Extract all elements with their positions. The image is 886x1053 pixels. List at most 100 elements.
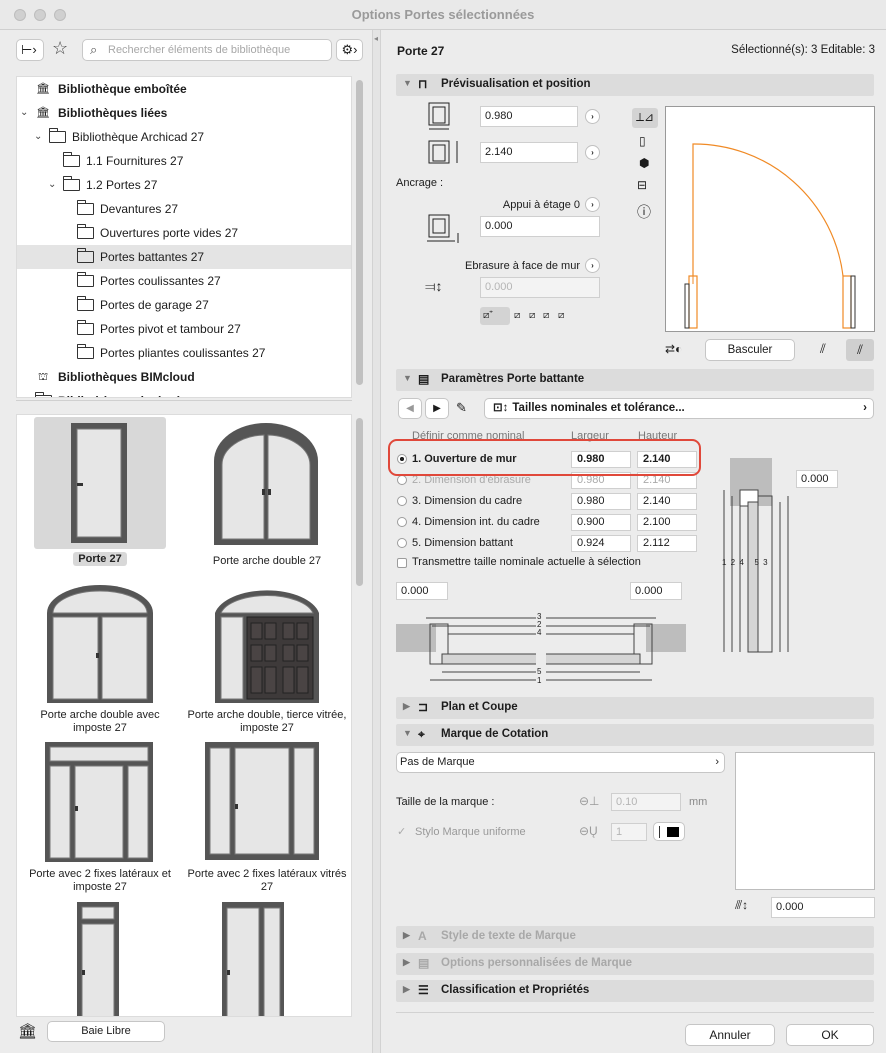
page-selector[interactable]: ⊡↕ Tailles nominales et tolérance... › (484, 398, 874, 419)
view-section-icon[interactable]: ⊟ (637, 178, 647, 192)
tree-item[interactable]: ⌄ 🏛 Bibliothèques liées (17, 101, 351, 125)
gallery-caption[interactable]: Porte arche double avec imposte 27 (20, 709, 180, 735)
right-offset-field[interactable]: 0.000 (630, 582, 682, 600)
section-params[interactable]: ▼ ▤ Paramètres Porte battante (396, 369, 874, 391)
library-gallery: Porte 27 Porte arche double 27 Porte arc… (16, 414, 352, 1017)
pen-color-button[interactable] (653, 822, 685, 841)
edit-params-icon[interactable]: ✎ (456, 400, 467, 416)
dimension-radio[interactable] (397, 538, 407, 548)
height-value[interactable]: 2.112 (637, 535, 697, 552)
favorites-star-icon[interactable]: ☆ (52, 38, 68, 59)
dimension-row[interactable]: 5. Dimension battant 0.924 2.112 (396, 533, 697, 553)
dimension-row[interactable]: 3. Dimension du cadre 0.980 2.140 (396, 491, 697, 511)
view-plan-icon[interactable]: ⟂⊿ (632, 108, 658, 128)
height-value[interactable]: 2.100 (637, 514, 697, 531)
tree-item[interactable]: ⌄ 1.2 Portes 27 (17, 173, 351, 197)
tree-item[interactable]: Portes de garage 27 (17, 293, 351, 317)
tree-item[interactable]: Portes coulissantes 27 (17, 269, 351, 293)
tree-item[interactable]: Portes pivot et tambour 27 (17, 317, 351, 341)
height-field[interactable]: 2.140 (480, 142, 578, 163)
opening-left-icon[interactable]: ⫽ (820, 341, 826, 357)
tree-item-label: Devantures 27 (100, 202, 179, 216)
anchor-opt-4-icon[interactable]: ⧄ (543, 310, 549, 321)
gallery-caption[interactable]: Porte avec 2 fixes latéraux vitrés 27 (187, 868, 347, 894)
height-value[interactable]: 2.140 (637, 493, 697, 510)
tree-item[interactable]: Devantures 27 (17, 197, 351, 221)
opening-right-icon[interactable]: ⫽ (846, 339, 874, 361)
dimension-radio[interactable] (397, 496, 407, 506)
gallery-caption[interactable]: Porte arche double 27 (187, 555, 347, 568)
anchor-opt-1-icon[interactable]: ⧄⁺ (483, 310, 493, 321)
dimension-radio[interactable] (397, 475, 407, 485)
library-manager-button[interactable]: ⊢› (16, 39, 44, 61)
door-thumbnail[interactable] (69, 421, 129, 545)
door-thumbnail[interactable] (43, 740, 155, 864)
folder-icon (35, 392, 52, 397)
gallery-scrollbar[interactable] (356, 418, 363, 586)
chevron-down-icon[interactable]: ⌄ (34, 125, 42, 149)
tree-item[interactable]: 🏛 Bibliothèque emboîtée (17, 77, 351, 101)
section-preview[interactable]: ▼ ⊓ Prévisualisation et position (396, 74, 874, 96)
hierarchy-icon: ⊢› (21, 42, 37, 57)
tree-item[interactable]: ⌄ Bibliothèque Archicad 27 (17, 125, 351, 149)
section-plan-coupe[interactable]: ▶ ⊐ Plan et Coupe (396, 697, 874, 719)
reveal-menu-button[interactable]: › (585, 258, 600, 273)
left-offset-field[interactable]: 0.000 (396, 582, 448, 600)
door-thumbnail[interactable] (212, 421, 320, 547)
door-thumbnail[interactable] (45, 583, 155, 705)
width-link-button[interactable]: › (585, 109, 600, 124)
door-thumbnail[interactable] (213, 583, 321, 705)
chevron-down-icon[interactable]: ⌄ (20, 101, 28, 125)
anchor-opt-5-icon[interactable]: ⧄ (558, 310, 564, 321)
info-icon[interactable]: ⓘ (637, 202, 651, 222)
sill-field[interactable]: 0.000 (480, 216, 600, 237)
story-menu-button[interactable]: › (585, 197, 600, 212)
pane-divider[interactable] (372, 30, 381, 1053)
cancel-button[interactable]: Annuler (685, 1024, 775, 1046)
tree-item[interactable]: Ouvertures porte vides 27 (17, 221, 351, 245)
tree-item[interactable]: 1.1 Fournitures 27 (17, 149, 351, 173)
view-3d-icon[interactable]: ⬢ (639, 156, 649, 170)
width-value[interactable]: 0.900 (571, 514, 631, 531)
collapse-arrow-icon[interactable]: ◂ (374, 34, 378, 43)
tree-scrollbar[interactable] (356, 80, 363, 385)
gallery-caption[interactable]: Porte 27 (73, 552, 127, 566)
ok-button[interactable]: OK (786, 1024, 874, 1046)
flip-button[interactable]: Basculer (705, 339, 795, 361)
width-field[interactable]: 0.980 (480, 106, 578, 127)
anchor-opt-3-icon[interactable]: ⧄ (529, 310, 535, 321)
door-thumbnail[interactable] (220, 900, 286, 1017)
transmit-checkbox[interactable] (397, 558, 407, 568)
size-icon: ⊖⊥ (579, 794, 600, 808)
tree-item[interactable]: ⛫ Bibliothèques BIMcloud (17, 365, 351, 389)
door-thumbnail[interactable] (75, 900, 121, 1017)
tree-item[interactable]: Bibliothèques intégrées (17, 389, 351, 397)
tree-item-label: Portes pivot et tambour 27 (100, 322, 241, 336)
gallery-caption[interactable]: Porte avec 2 fixes latéraux et imposte 2… (20, 868, 180, 894)
anchor-opt-2-icon[interactable]: ⧄ (514, 310, 520, 321)
view-elevation-icon[interactable]: ▯ (639, 134, 646, 148)
door-thumbnail[interactable] (203, 740, 321, 862)
prev-page-button[interactable]: ◀ (398, 398, 422, 419)
section-classification[interactable]: ▶ ☰ Classification et Propriétés (396, 980, 874, 1002)
gallery-caption[interactable]: Porte arche double, tierce vitrée, impos… (187, 709, 347, 735)
next-page-button[interactable]: ▶ (425, 398, 449, 419)
chevron-down-icon[interactable]: ⌄ (48, 173, 56, 197)
tree-item[interactable]: Portes pliantes coulissantes 27 (17, 341, 351, 365)
dimension-radio[interactable] (397, 517, 407, 527)
height-link-button[interactable]: › (585, 145, 600, 160)
side-offset-field[interactable]: 0.000 (796, 470, 838, 488)
tree-item[interactable]: Portes battantes 27 (17, 245, 351, 269)
library-settings-button[interactable]: ⚙› (336, 39, 363, 61)
section-marker[interactable]: ▼ ⌖ Marque de Cotation (396, 724, 874, 746)
library-icon: 🏛 (36, 107, 50, 119)
width-value[interactable]: 0.980 (571, 493, 631, 510)
width-value[interactable]: 0.924 (571, 535, 631, 552)
library-manager-icon[interactable]: 🏛 (18, 1022, 37, 1040)
dimension-row[interactable]: 4. Dimension int. du cadre 0.900 2.100 (396, 512, 697, 532)
marker-offset-field[interactable]: 0.000 (771, 897, 875, 918)
pane-splitter[interactable] (16, 400, 352, 408)
marker-type-selector[interactable]: Pas de Marque › (396, 752, 725, 773)
baie-libre-button[interactable]: Baie Libre (47, 1021, 165, 1042)
library-search-input[interactable]: ⌕ Rechercher éléments de bibliothèque (82, 39, 332, 61)
